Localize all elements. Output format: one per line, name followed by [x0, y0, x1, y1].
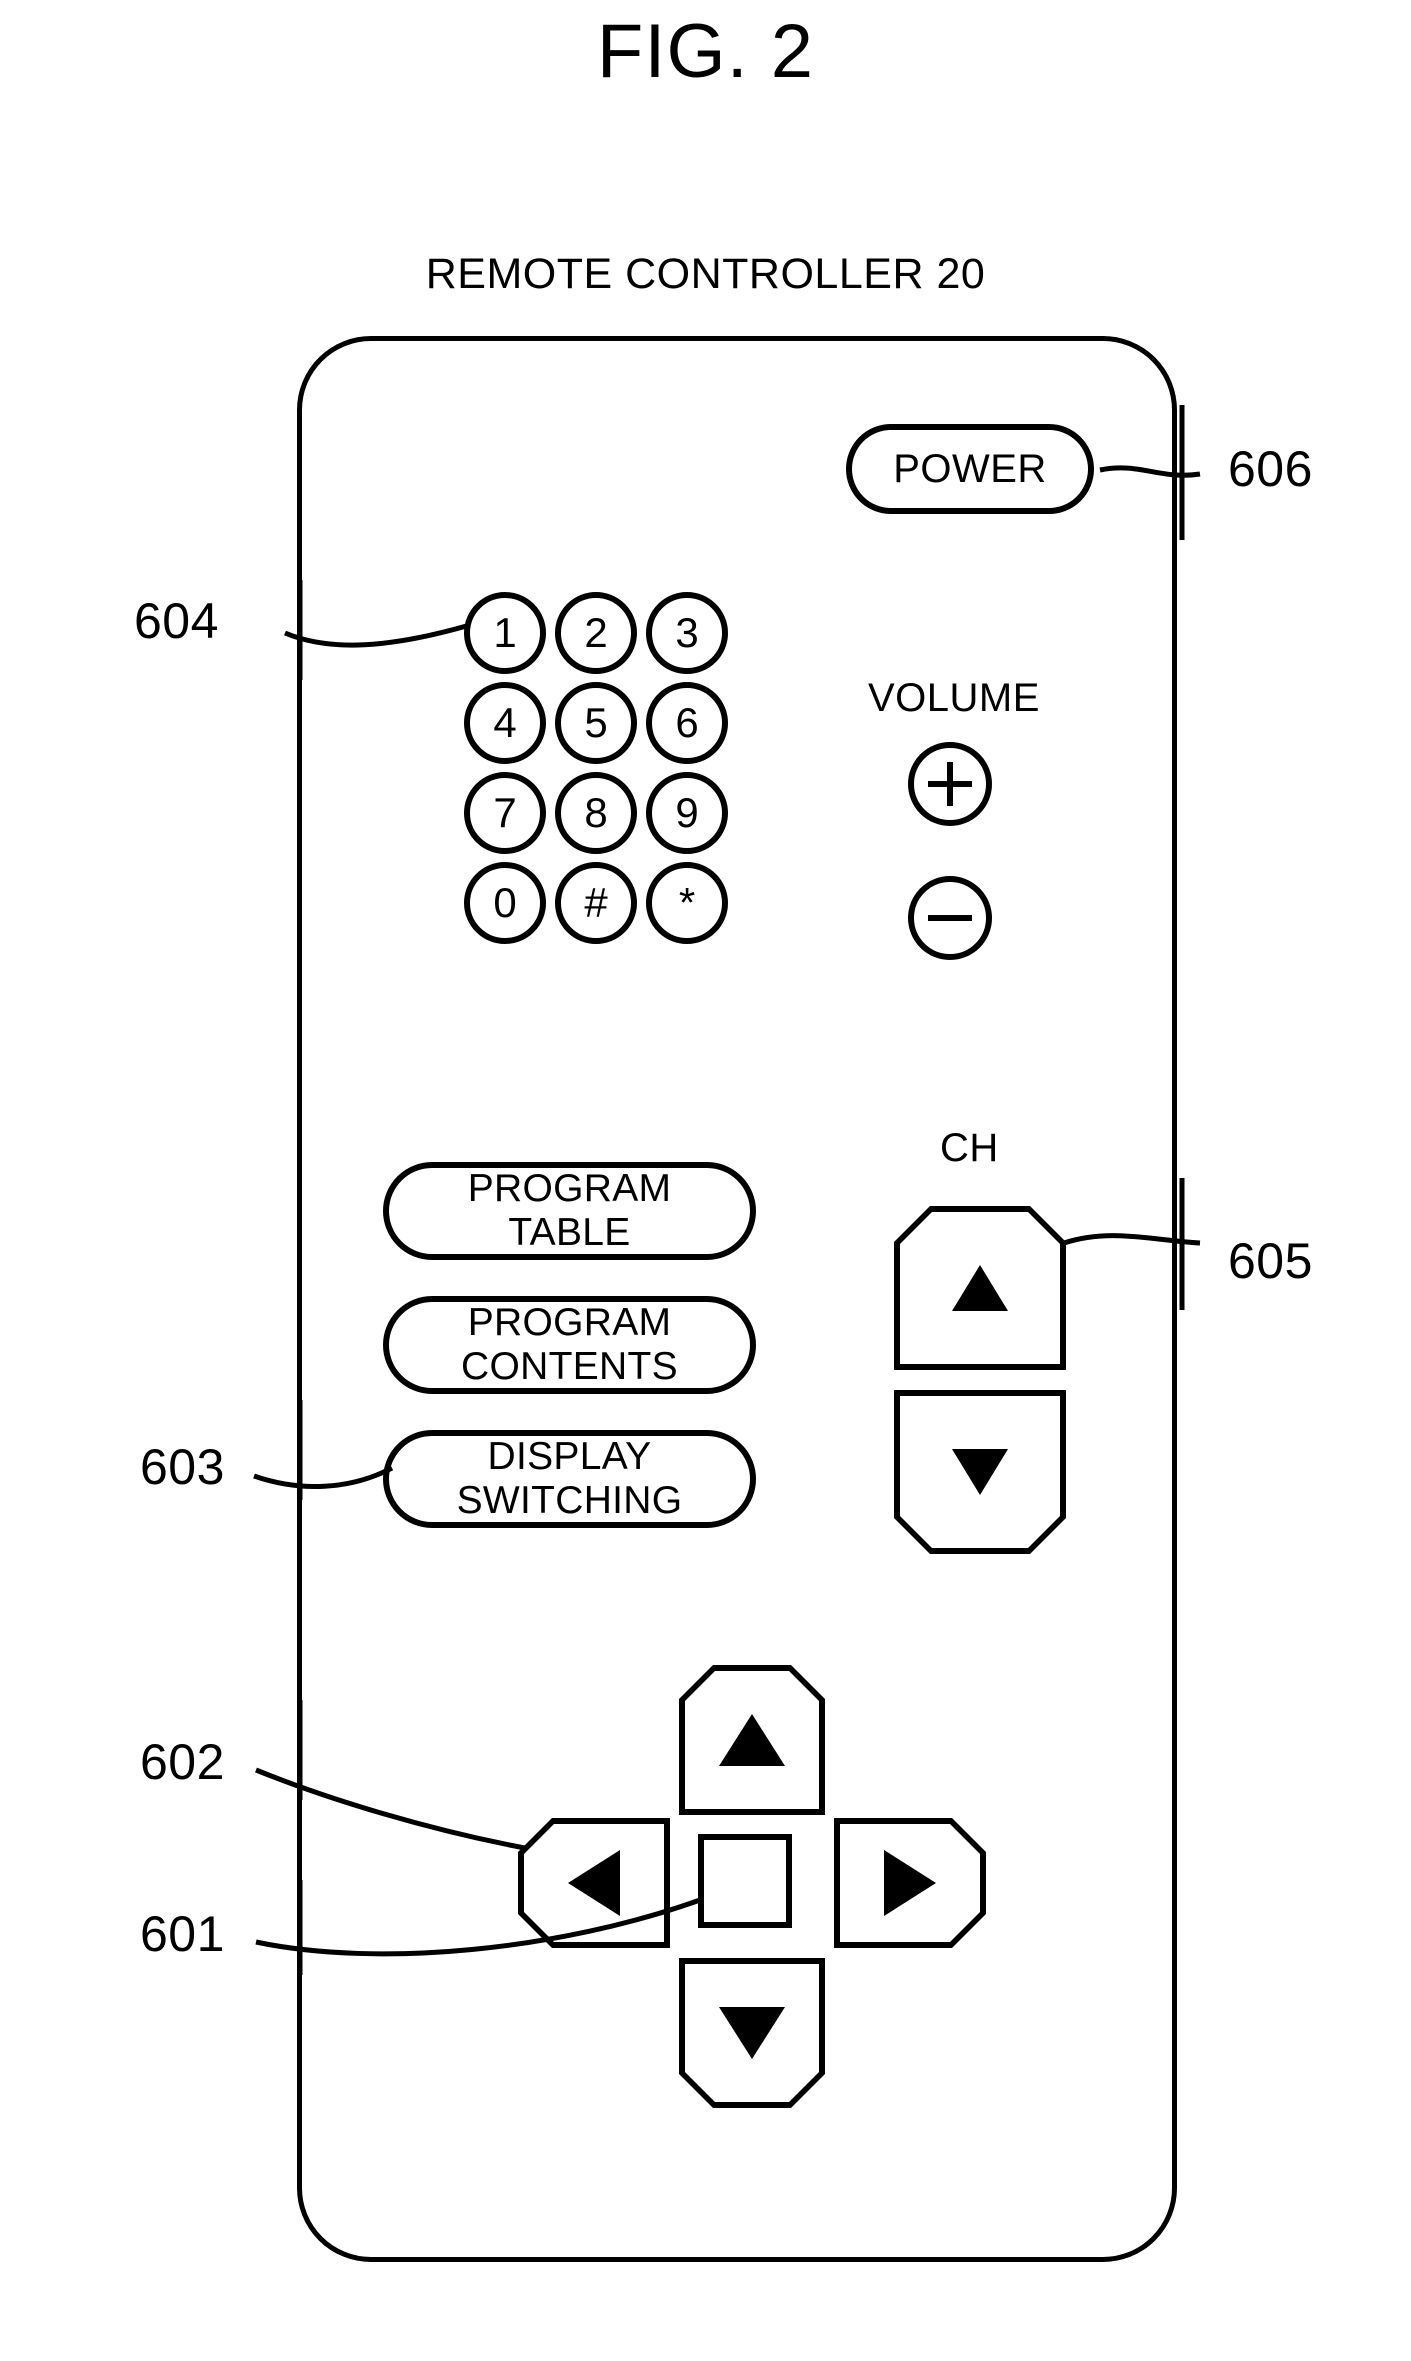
key-label: 1 [493, 609, 517, 656]
program-table-button[interactable]: PROGRAM TABLE [383, 1162, 756, 1260]
reference-number-604: 604 [134, 593, 219, 649]
key-label: 6 [675, 699, 699, 746]
reference-number-601: 601 [140, 1906, 225, 1962]
program-contents-button[interactable]: PROGRAM CONTENTS [383, 1296, 756, 1394]
key-2[interactable]: 2 [555, 592, 637, 674]
volume-down-button[interactable] [908, 876, 992, 960]
key-7[interactable]: 7 [464, 772, 546, 854]
key-label: 5 [584, 699, 608, 746]
dpad-right-button[interactable] [834, 1818, 986, 1948]
key-hash[interactable]: # [555, 862, 637, 944]
triangle-down-icon [719, 2007, 785, 2059]
key-label: 9 [675, 789, 699, 836]
display-switching-button[interactable]: DISPLAY SWITCHING [383, 1430, 756, 1528]
button-label-line1: PROGRAM [467, 1301, 672, 1344]
key-asterisk[interactable]: * [646, 862, 728, 944]
reference-number-606: 606 [1228, 441, 1313, 497]
channel-label: CH [940, 1126, 999, 1170]
key-label: 3 [675, 609, 699, 656]
triangle-up-icon [952, 1265, 1008, 1311]
dpad-up-button[interactable] [679, 1665, 825, 1815]
key-5[interactable]: 5 [555, 682, 637, 764]
channel-down-button[interactable] [894, 1390, 1066, 1554]
dpad-down-button[interactable] [679, 1958, 825, 2108]
key-label: 4 [493, 699, 517, 746]
triangle-left-icon [568, 1850, 620, 1916]
key-1[interactable]: 1 [464, 592, 546, 674]
key-4[interactable]: 4 [464, 682, 546, 764]
key-9[interactable]: 9 [646, 772, 728, 854]
triangle-up-icon [719, 1714, 785, 1766]
key-6[interactable]: 6 [646, 682, 728, 764]
reference-number-603: 603 [140, 1439, 225, 1495]
triangle-down-icon [952, 1449, 1008, 1495]
key-3[interactable]: 3 [646, 592, 728, 674]
key-label: 8 [584, 789, 608, 836]
key-label: 7 [493, 789, 517, 836]
volume-label: VOLUME [868, 676, 1040, 720]
key-label: * [678, 879, 696, 926]
numeric-keypad: 1 2 3 4 5 6 7 8 9 0 # * [464, 592, 774, 1052]
button-label-line1: PROGRAM [467, 1167, 672, 1210]
minus-icon [928, 896, 972, 940]
triangle-right-icon [884, 1850, 936, 1916]
power-button[interactable]: POWER [846, 424, 1094, 514]
key-8[interactable]: 8 [555, 772, 637, 854]
power-button-label: POWER [893, 446, 1047, 491]
plus-icon [928, 762, 972, 806]
volume-up-button[interactable] [908, 742, 992, 826]
channel-up-button[interactable] [894, 1206, 1066, 1370]
figure-subtitle: REMOTE CONTROLLER 20 [425, 250, 986, 298]
button-label-line2: TABLE [508, 1211, 631, 1254]
key-0[interactable]: 0 [464, 862, 546, 944]
dpad-center-enter-button[interactable] [698, 1834, 792, 1928]
key-label: # [584, 879, 608, 926]
button-label-line1: DISPLAY [487, 1435, 652, 1478]
figure-title: FIG. 2 [596, 9, 815, 94]
button-label-line2: CONTENTS [461, 1345, 678, 1388]
key-label: 0 [493, 879, 517, 926]
reference-number-605: 605 [1228, 1233, 1313, 1289]
button-label-line2: SWITCHING [456, 1479, 683, 1522]
key-label: 2 [584, 609, 608, 656]
dpad-left-button[interactable] [518, 1818, 670, 1948]
reference-number-602: 602 [140, 1734, 225, 1790]
